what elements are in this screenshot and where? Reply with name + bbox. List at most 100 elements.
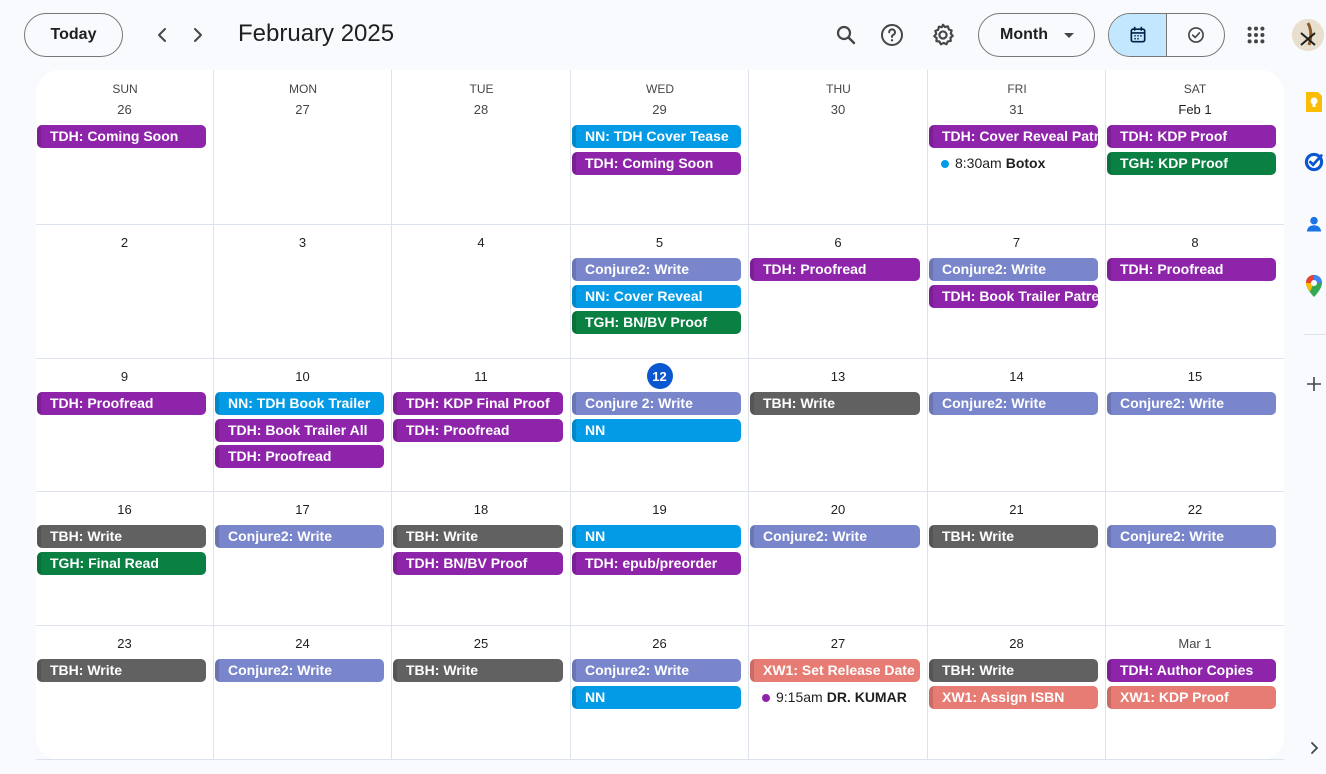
day-cell[interactable]: 6 TDH: Proofread (749, 225, 928, 359)
keep-button[interactable] (1302, 90, 1326, 114)
event-chip[interactable]: NN: Cover Reveal (572, 284, 741, 308)
event-chip[interactable]: TDH: Proofread (37, 392, 206, 415)
date-number[interactable]: 8 (1106, 235, 1284, 250)
show-side-panel-button[interactable] (1302, 736, 1326, 760)
event-chip[interactable]: Conjure2: Write (572, 258, 741, 281)
date-number[interactable]: 16 (36, 502, 213, 517)
event-chip[interactable]: Conjure2: Write (1107, 525, 1276, 548)
event-chip[interactable]: Conjure2: Write (215, 525, 384, 548)
event-chip[interactable]: TBH: Write (929, 659, 1098, 682)
event-chip[interactable]: XW1: Set Release Date (750, 659, 920, 682)
event-chip[interactable]: TDH: epub/preorder (572, 551, 741, 575)
get-add-ons-button[interactable] (1302, 372, 1326, 396)
day-cell[interactable]: 29 NN: TDH Cover Tease TDH: Coming Soon (571, 70, 749, 225)
next-month-button[interactable] (180, 17, 216, 53)
search-button[interactable] (826, 15, 866, 55)
date-number[interactable]: 9 (36, 369, 213, 384)
event-chip[interactable]: TBH: Write (37, 525, 206, 548)
day-cell[interactable]: 16 TBH: Write TGH: Final Read (36, 492, 214, 626)
day-cell[interactable]: 21 TBH: Write (928, 492, 1106, 626)
date-number[interactable]: 26 (36, 102, 213, 117)
date-number[interactable]: 13 (749, 369, 927, 384)
event-chip[interactable]: NN: TDH Cover Tease (572, 125, 741, 148)
timed-event[interactable]: 8:30am Botox (929, 152, 1098, 175)
timed-event[interactable]: 9:15am DR. KUMAR (750, 686, 920, 709)
date-number[interactable]: 2 (36, 235, 213, 250)
event-chip[interactable]: TDH: Proofread (1107, 258, 1276, 281)
day-cell[interactable]: 30 (749, 70, 928, 225)
view-select-dropdown[interactable]: Month (978, 13, 1095, 57)
day-cell[interactable]: 8 TDH: Proofread (1106, 225, 1284, 359)
event-chip[interactable]: TDH: KDP Proof (1107, 125, 1276, 148)
event-chip[interactable]: TGH: BN/BV Proof (572, 311, 741, 334)
event-chip[interactable]: NN (572, 525, 741, 548)
event-chip[interactable]: TBH: Write (393, 659, 563, 682)
event-chip[interactable]: TDH: Proofread (750, 258, 920, 281)
previous-month-button[interactable] (144, 17, 180, 53)
date-number[interactable]: 3 (214, 235, 391, 250)
day-cell[interactable]: 25 TBH: Write (392, 626, 571, 760)
event-chip[interactable]: Conjure2: Write (929, 258, 1098, 281)
calendar-view-toggle[interactable] (1109, 14, 1167, 56)
event-chip[interactable]: TDH: Author Copies (1107, 659, 1276, 682)
day-cell[interactable]: 11 TDH: KDP Final Proof TDH: Proofread (392, 359, 571, 492)
help-button[interactable] (872, 15, 912, 55)
day-cell[interactable]: 13 TBH: Write (749, 359, 928, 492)
day-cell[interactable]: 14 Conjure2: Write (928, 359, 1106, 492)
account-avatar[interactable] (1292, 19, 1324, 51)
date-number[interactable]: 4 (392, 235, 570, 250)
date-number[interactable]: 19 (571, 502, 748, 517)
date-number[interactable]: 25 (392, 636, 570, 651)
event-chip[interactable]: Conjure2: Write (572, 659, 741, 682)
day-cell[interactable]: 28 (392, 70, 571, 225)
tasks-button[interactable] (1302, 150, 1326, 174)
event-chip[interactable]: TDH: Book Trailer All (215, 418, 384, 442)
date-number[interactable]: 28 (392, 102, 570, 117)
date-number[interactable]: 18 (392, 502, 570, 517)
date-number[interactable]: 17 (214, 502, 391, 517)
event-chip[interactable]: TBH: Write (750, 392, 920, 415)
date-number[interactable]: 30 (749, 102, 927, 117)
google-apps-button[interactable] (1236, 15, 1276, 55)
date-number[interactable]: 29 (571, 102, 748, 117)
day-cell[interactable]: 5 Conjure2: Write NN: Cover Reveal TGH: BN/… (571, 225, 749, 359)
event-chip[interactable]: Conjure2: Write (929, 392, 1098, 415)
event-chip[interactable]: TDH: Coming Soon (572, 151, 741, 175)
event-chip[interactable]: TDH: Proofread (215, 445, 384, 468)
event-chip[interactable]: TGH: KDP Proof (1107, 151, 1276, 175)
day-cell[interactable]: 22 Conjure2: Write (1106, 492, 1284, 626)
day-cell[interactable]: 17 Conjure2: Write (214, 492, 392, 626)
date-number[interactable]: 10 (214, 369, 391, 384)
date-number[interactable]: 24 (214, 636, 391, 651)
date-number[interactable]: 7 (928, 235, 1105, 250)
day-cell[interactable]: 15 Conjure2: Write (1106, 359, 1284, 492)
event-chip[interactable]: TBH: Write (393, 525, 563, 548)
day-cell[interactable]: 27 XW1: Set Release Date 9:15am DR. KUMAR (749, 626, 928, 760)
day-cell[interactable]: 12 Conjure 2: Write NN (571, 359, 749, 492)
day-cell[interactable]: 26 Conjure2: Write NN (571, 626, 749, 760)
date-number[interactable]: 28 (928, 636, 1105, 651)
date-number[interactable]: 23 (36, 636, 213, 651)
event-chip[interactable]: TDH: Coming Soon (37, 125, 206, 148)
day-cell[interactable]: Feb 1 TDH: KDP Proof TGH: KDP Proof (1106, 70, 1284, 225)
day-cell[interactable]: 7 Conjure2: Write TDH: Book Trailer Patreo (928, 225, 1106, 359)
day-cell[interactable]: 10 NN: TDH Book Trailer TDH: Book Trailer … (214, 359, 392, 492)
today-date-indicator[interactable]: 12 (646, 363, 673, 389)
event-chip[interactable]: TBH: Write (37, 659, 206, 682)
event-chip[interactable]: TDH: KDP Final Proof (393, 392, 563, 415)
day-cell[interactable]: 19 NN TDH: epub/preorder (571, 492, 749, 626)
day-cell[interactable]: 20 Conjure2: Write (749, 492, 928, 626)
date-number[interactable]: 15 (1106, 369, 1284, 384)
date-number[interactable]: 31 (928, 102, 1105, 117)
event-chip[interactable]: TDH: Book Trailer Patreo (929, 284, 1098, 308)
event-chip[interactable]: TDH: Cover Reveal Patre (929, 125, 1098, 148)
day-cell[interactable]: 24 Conjure2: Write (214, 626, 392, 760)
day-cell[interactable]: Mar 1 TDH: Author Copies XW1: KDP Proof (1106, 626, 1284, 760)
tasks-view-toggle[interactable] (1167, 14, 1224, 56)
date-number[interactable]: 22 (1106, 502, 1284, 517)
maps-button[interactable] (1302, 274, 1326, 298)
event-chip[interactable]: TDH: Proofread (393, 418, 563, 442)
event-chip[interactable]: NN: TDH Book Trailer (215, 392, 384, 415)
day-cell[interactable]: 18 TBH: Write TDH: BN/BV Proof (392, 492, 571, 626)
event-chip[interactable]: TBH: Write (929, 525, 1098, 548)
